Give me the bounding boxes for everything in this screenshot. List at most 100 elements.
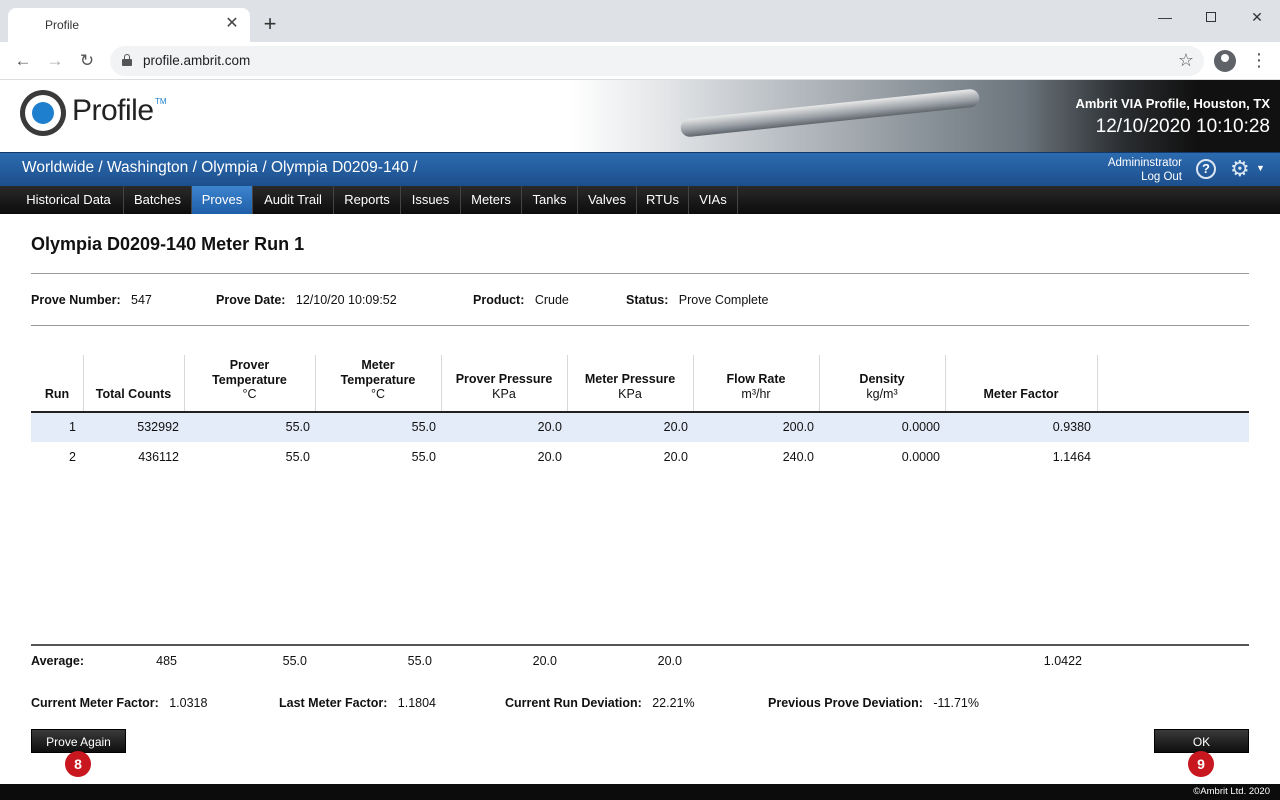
browser-profile-icon[interactable] (1214, 50, 1236, 72)
maximize-icon[interactable] (1196, 6, 1226, 28)
cell-meter-pressure: 20.0 (663, 450, 688, 464)
nav-tanks[interactable]: Tanks (522, 186, 578, 214)
new-tab-icon[interactable]: + (258, 12, 282, 36)
nav-batches[interactable]: Batches (124, 186, 192, 214)
average-prover-pressure: 20.0 (532, 654, 557, 668)
cell-meter-temp: 55.0 (411, 450, 436, 464)
average-total-counts: 485 (156, 654, 177, 668)
nav-rtus[interactable]: RTUs (637, 186, 689, 214)
current-meter-factor: Current Meter Factor: 1.0318 (31, 696, 208, 710)
prove-again-button[interactable]: Prove Again (31, 729, 126, 753)
prove-date: Prove Date: 12/10/20 10:09:52 (216, 293, 397, 307)
nav-historical-data[interactable]: Historical Data (14, 186, 124, 214)
tab-title: Profile (45, 18, 80, 32)
browser-tabstrip: Profile ✕ + — ✕ (0, 0, 1280, 42)
product-value: Crude (534, 293, 569, 307)
copyright: ©Ambrit Ltd. 2020 (1193, 786, 1270, 797)
prove-number: Prove Number: 547 (31, 293, 152, 307)
browser-menu-icon[interactable]: ⋮ (1250, 50, 1268, 71)
forward-icon[interactable]: → (44, 50, 66, 72)
step-badge-9: 9 (1188, 751, 1214, 777)
browser-tab[interactable]: Profile ✕ (8, 8, 250, 42)
status: Status: Prove Complete (626, 293, 768, 307)
organization-label: Ambrit VIA Profile, Houston, TX (1075, 96, 1270, 111)
app-header: Profile TM Ambrit VIA Profile, Houston, … (0, 80, 1280, 152)
cell-prover-pressure: 20.0 (537, 420, 562, 434)
col-header-flow-rate: Flow Rate m³/hr (726, 372, 786, 401)
prove-date-label: Prove Date: (216, 293, 286, 307)
prove-number-value: 547 (131, 293, 152, 307)
cell-flow-rate: 240.0 (782, 450, 814, 464)
address-bar[interactable]: profile.ambrit.com ☆ (110, 46, 1204, 76)
average-label: Average: (31, 654, 85, 668)
nav-reports[interactable]: Reports (334, 186, 401, 214)
table-row[interactable]: 2 436112 55.0 55.0 20.0 20.0 240.0 0.000… (31, 443, 1249, 472)
col-header-run: Run (44, 387, 70, 401)
col-header-prover-temperature: Prover Temperature °C (212, 358, 287, 401)
bookmark-star-icon[interactable]: ☆ (1178, 50, 1194, 71)
cell-density: 0.0000 (901, 450, 940, 464)
header-datetime: 12/10/2020 10:10:28 (1095, 116, 1270, 137)
product-label: Product: (473, 293, 525, 307)
footer: ©Ambrit Ltd. 2020 (0, 784, 1280, 800)
gear-icon[interactable]: ⚙ (1230, 157, 1254, 181)
help-icon[interactable]: ? (1196, 159, 1216, 179)
cell-prover-pressure: 20.0 (537, 450, 562, 464)
cell-density: 0.0000 (901, 420, 940, 434)
nav-issues[interactable]: Issues (401, 186, 461, 214)
window-close-icon[interactable]: ✕ (1242, 6, 1272, 28)
nav-valves[interactable]: Valves (578, 186, 637, 214)
col-header-meter-pressure: Meter Pressure KPa (584, 372, 676, 401)
last-meter-factor: Last Meter Factor: 1.1804 (279, 696, 437, 710)
reload-icon[interactable]: ↻ (76, 50, 98, 72)
divider (31, 325, 1249, 326)
browser-toolbar: ← → ↻ profile.ambrit.com ☆ ⋮ (0, 42, 1280, 80)
cell-flow-rate: 200.0 (782, 420, 814, 434)
chevron-down-icon[interactable]: ▼ (1256, 163, 1265, 173)
previous-prove-deviation: Previous Prove Deviation: -11.71% (768, 696, 979, 710)
nav-vias[interactable]: VIAs (689, 186, 738, 214)
cell-meter-temp: 55.0 (411, 420, 436, 434)
logo-trademark: TM (155, 97, 167, 106)
col-header-density: Density kg/m³ (859, 372, 905, 401)
divider (31, 273, 1249, 274)
breadcrumb-bar: Worldwide / Washington / Olympia / Olymp… (0, 152, 1280, 186)
prove-number-label: Prove Number: (31, 293, 121, 307)
nav-audit-trail[interactable]: Audit Trail (253, 186, 334, 214)
status-value: Prove Complete (678, 293, 769, 307)
cell-run: 1 (69, 420, 76, 434)
nav-proves[interactable]: Proves (192, 186, 253, 214)
logout-link[interactable]: Log Out (1090, 170, 1182, 184)
step-badge-8: 8 (65, 751, 91, 777)
page-title: Olympia D0209-140 Meter Run 1 (31, 234, 305, 254)
col-header-prover-pressure: Prover Pressure KPa (455, 372, 553, 401)
col-header-total-counts: Total Counts (95, 387, 172, 401)
average-prover-temp: 55.0 (282, 654, 307, 668)
cell-run: 2 (69, 450, 76, 464)
ok-button[interactable]: OK (1154, 729, 1249, 753)
user-links: Admininstrator Log Out (1090, 156, 1182, 184)
cell-total-counts: 436112 (138, 450, 179, 464)
col-header-meter-factor: Meter Factor (983, 387, 1059, 401)
user-name: Admininstrator (1107, 157, 1182, 169)
cell-meter-factor: 0.9380 (1052, 420, 1091, 434)
minimize-icon[interactable]: — (1150, 6, 1180, 28)
average-meter-pressure: 20.0 (657, 654, 682, 668)
breadcrumb[interactable]: Worldwide / Washington / Olympia / Olymp… (22, 159, 417, 177)
current-run-deviation: Current Run Deviation: 22.21% (505, 696, 695, 710)
status-label: Status: (626, 293, 669, 307)
product: Product: Crude (473, 293, 569, 307)
col-header-meter-temperature: Meter Temperature °C (340, 358, 416, 401)
table-footer-divider (31, 644, 1249, 646)
nav-meters[interactable]: Meters (461, 186, 522, 214)
cell-meter-factor: 1.1464 (1052, 450, 1091, 464)
profile-logo-icon (20, 90, 66, 136)
back-icon[interactable]: ← (12, 50, 34, 72)
logo-text: Profile (72, 94, 154, 127)
lock-icon (122, 54, 132, 66)
tab-close-icon[interactable]: ✕ (222, 14, 242, 34)
url-text[interactable]: profile.ambrit.com (143, 53, 250, 68)
prove-date-value: 12/10/20 10:09:52 (295, 293, 397, 307)
cell-total-counts: 532992 (137, 420, 179, 434)
table-row[interactable]: 1 532992 55.0 55.0 20.0 20.0 200.0 0.000… (31, 413, 1249, 442)
